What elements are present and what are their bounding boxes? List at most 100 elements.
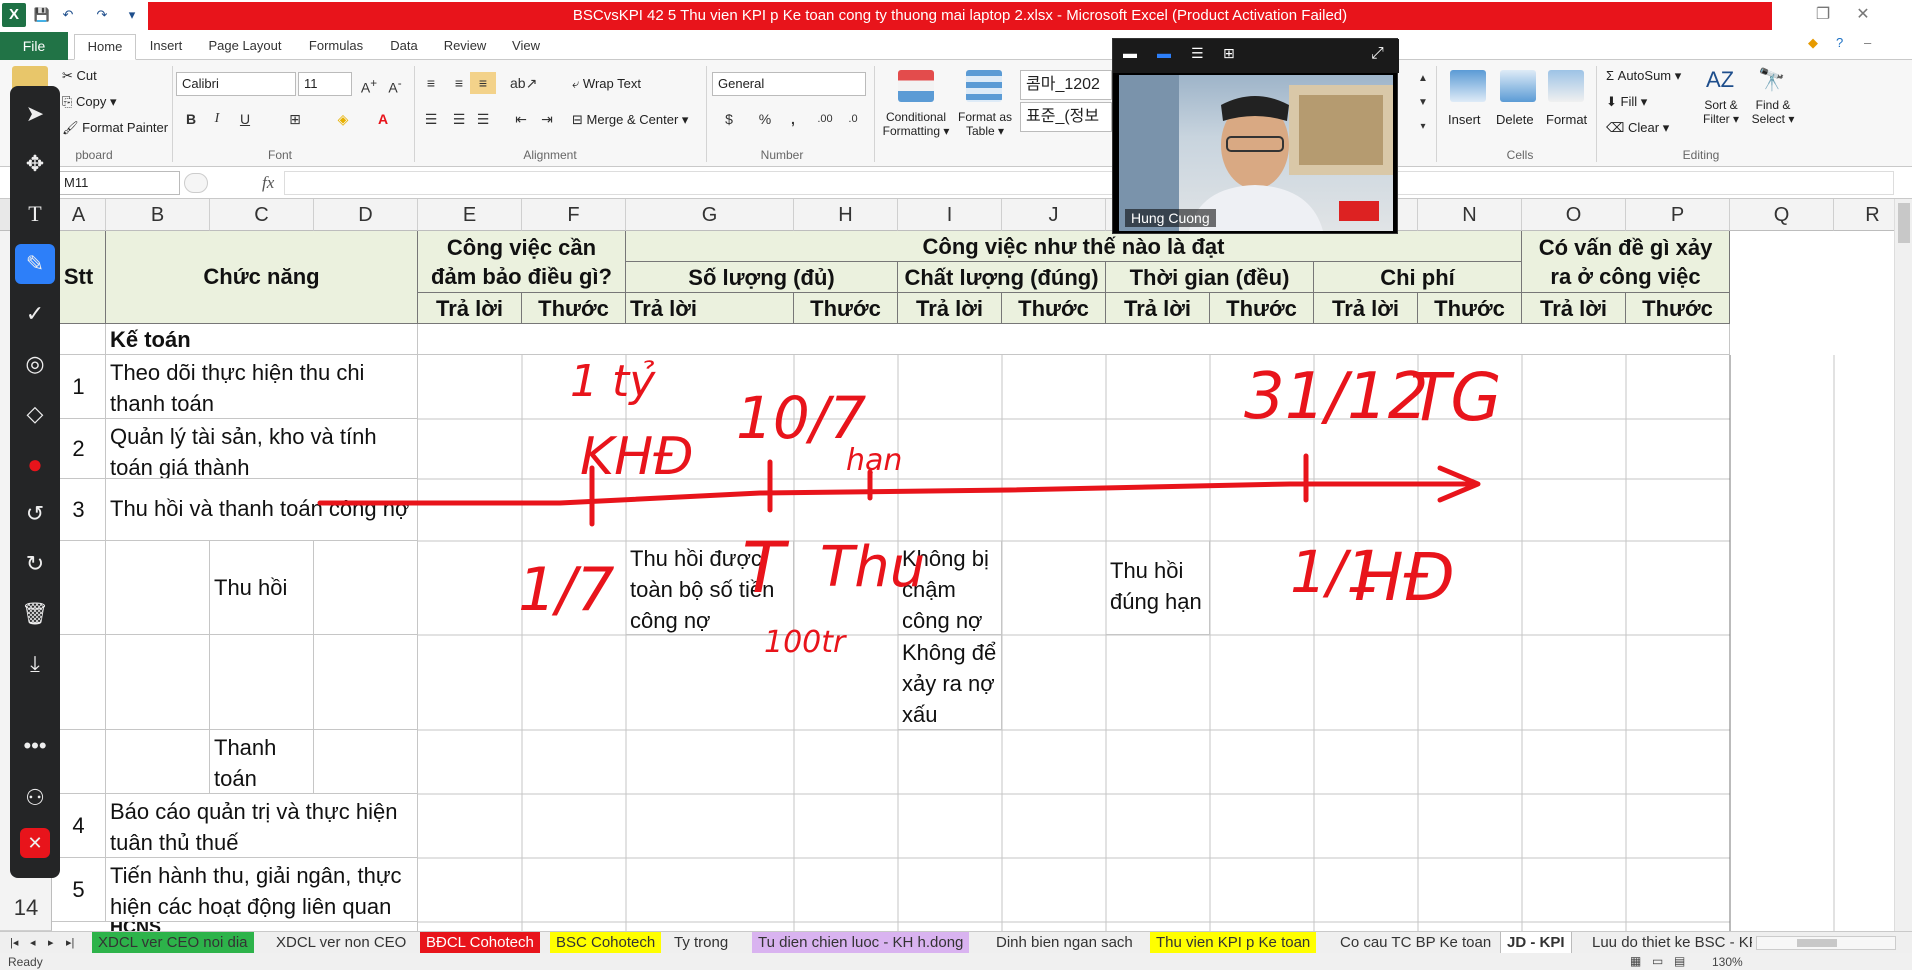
currency-button[interactable]: $ — [716, 108, 742, 130]
cut-button[interactable]: ✂ Cut — [62, 68, 97, 84]
grid-view-icon[interactable]: ⊞ — [1223, 45, 1235, 62]
header-chuc-nang[interactable]: Chức năng — [106, 231, 418, 324]
minimize-ribbon-icon[interactable]: – — [1864, 35, 1871, 50]
stt-cell[interactable]: 2 — [52, 419, 106, 479]
row-header[interactable]: 14 — [0, 888, 52, 928]
header-tra-loi[interactable]: Trả lời — [898, 293, 1002, 324]
column-header[interactable]: H — [794, 199, 898, 231]
header-thuoc-do[interactable]: Thước đo — [522, 293, 626, 324]
tab-view[interactable]: View — [502, 34, 550, 60]
clear-button[interactable]: ⌫ Clear ▾ — [1606, 120, 1669, 136]
close-window-icon[interactable]: ✕ — [1848, 4, 1878, 26]
find-select-icon[interactable]: 🔭 — [1754, 64, 1790, 96]
sheet-tab[interactable]: Dinh bien ngan sach — [990, 932, 1139, 954]
delete-cells-button[interactable]: Delete — [1496, 112, 1534, 127]
header-cong-viec-nhu[interactable]: Công việc như thế nào là đạt — [626, 231, 1522, 262]
sort-filter-button[interactable]: Sort & Filter ▾ — [1696, 98, 1746, 126]
bold-button[interactable]: B — [178, 108, 204, 130]
tab-page-layout[interactable]: Page Layout — [200, 34, 290, 60]
stt-cell[interactable]: 4 — [52, 794, 106, 858]
format-cells-icon[interactable] — [1548, 70, 1584, 102]
column-header[interactable]: N — [1418, 199, 1522, 231]
number-format-select[interactable]: General — [712, 72, 866, 96]
header-thuoc-do[interactable]: Thước đo — [1210, 293, 1314, 324]
header-tra-loi[interactable]: Trả lời — [1522, 293, 1626, 324]
formula-input[interactable] — [284, 171, 1894, 195]
insert-cells-button[interactable]: Insert — [1448, 112, 1481, 127]
function-cell[interactable]: Thu hồi và thanh toán công nợ — [106, 479, 418, 541]
increase-decimal-icon[interactable]: .00 — [812, 108, 838, 130]
scroll-thumb[interactable] — [1797, 939, 1837, 947]
header-tra-loi[interactable]: Trả lời — [1106, 293, 1210, 324]
trash-icon[interactable]: 🗑 — [15, 594, 55, 634]
lightbulb-icon[interactable]: ◆ — [1808, 35, 1818, 51]
sheet-nav-next-icon[interactable]: ▸ — [42, 932, 60, 954]
person-icon[interactable]: ⚇ — [15, 778, 55, 818]
styles-scroll-up-icon[interactable]: ▲ — [1410, 68, 1436, 90]
close-icon[interactable]: ✕ — [20, 828, 50, 858]
single-view-icon[interactable]: ▬ — [1157, 45, 1171, 61]
styles-scroll-down-icon[interactable]: ▼ — [1410, 92, 1436, 114]
sheet-nav-prev-icon[interactable]: ◂ — [24, 932, 42, 954]
increase-font-icon[interactable]: A+ — [356, 73, 382, 96]
column-header[interactable]: Q — [1730, 199, 1834, 231]
tab-formulas[interactable]: Formulas — [300, 34, 372, 60]
cell[interactable] — [314, 541, 418, 635]
header-so-luong[interactable]: Số lượng (đủ) — [626, 262, 898, 293]
align-center-icon[interactable]: ☰ — [446, 108, 472, 130]
cell[interactable] — [314, 635, 418, 730]
split-view-icon[interactable]: ☰ — [1191, 45, 1204, 62]
column-header[interactable]: D — [314, 199, 418, 231]
pen-icon[interactable]: ✎ — [15, 244, 55, 284]
stt-cell[interactable] — [52, 730, 106, 794]
increase-indent-icon[interactable]: ⇥ — [534, 108, 560, 130]
sheet-tab[interactable]: Co cau TC BP Ke toan — [1334, 932, 1497, 954]
align-left-icon[interactable]: ☰ — [418, 108, 444, 130]
horizontal-scrollbar[interactable] — [1756, 936, 1896, 950]
column-header[interactable]: P — [1626, 199, 1730, 231]
header-thuoc-do[interactable]: Thước đo — [794, 293, 898, 324]
column-header[interactable]: G — [626, 199, 794, 231]
header-stt[interactable]: Stt — [52, 231, 106, 324]
column-header[interactable]: C — [210, 199, 314, 231]
font-name-select[interactable]: Calibri — [176, 72, 296, 96]
header-tra-loi[interactable]: Trả lời — [626, 293, 794, 324]
customize-toolbar-icon[interactable]: ▾ — [122, 5, 142, 25]
color-icon[interactable]: ● — [15, 444, 55, 484]
align-top-icon[interactable]: ≡ — [418, 72, 444, 94]
align-right-icon[interactable]: ☰ — [470, 108, 496, 130]
more-icon[interactable]: ••• — [15, 726, 55, 766]
save-icon[interactable]: ⤓ — [15, 644, 55, 684]
cell[interactable] — [418, 324, 1730, 355]
find-select-button[interactable]: Find & Select ▾ — [1748, 98, 1798, 126]
section-hcns[interactable]: HCNS — [106, 922, 418, 931]
cell-style-1[interactable]: 콤마_1202 — [1020, 70, 1112, 100]
autosum-button[interactable]: Σ AutoSum ▾ — [1606, 68, 1681, 84]
check-icon[interactable]: ✓ — [15, 294, 55, 334]
cell[interactable] — [106, 541, 210, 635]
header-cong-viec-can[interactable]: Công việc cần đảm bảo điều gì? — [418, 231, 626, 293]
restore-icon[interactable]: ❐ — [1808, 4, 1838, 26]
sub-function-thanh-toan[interactable]: Thanh toán — [210, 730, 314, 794]
undo-icon[interactable]: ↶ — [58, 5, 78, 25]
section-ke-toan[interactable]: Kế toán — [106, 324, 418, 355]
delete-cells-icon[interactable] — [1500, 70, 1536, 102]
tab-home[interactable]: Home — [74, 34, 136, 60]
sheet-tab[interactable]: Ty trong — [668, 932, 734, 954]
sheet-tab[interactable]: Thu vien KPI p Ke toan — [1150, 932, 1317, 954]
scroll-thumb[interactable] — [1898, 203, 1910, 243]
fill-button[interactable]: ⬇ Fill ▾ — [1606, 94, 1647, 110]
fill-color-icon[interactable]: ◈ — [330, 108, 356, 130]
undo-icon[interactable]: ↺ — [15, 494, 55, 534]
stt-cell[interactable]: 5 — [52, 858, 106, 922]
tab-data[interactable]: Data — [380, 34, 428, 60]
sheet-tab[interactable]: BĐCL Cohotech — [420, 932, 540, 954]
conditional-formatting-icon[interactable] — [898, 70, 934, 102]
wrap-text-button[interactable]: ⤶ Wrap Text — [572, 76, 641, 92]
redo-icon[interactable]: ↷ — [92, 5, 112, 25]
column-header[interactable]: O — [1522, 199, 1626, 231]
spotlight-icon[interactable]: ◎ — [15, 344, 55, 384]
percent-button[interactable]: % — [752, 108, 778, 130]
minimize-video-icon[interactable]: ▬ — [1123, 45, 1137, 61]
name-box[interactable]: M11 — [58, 171, 180, 195]
